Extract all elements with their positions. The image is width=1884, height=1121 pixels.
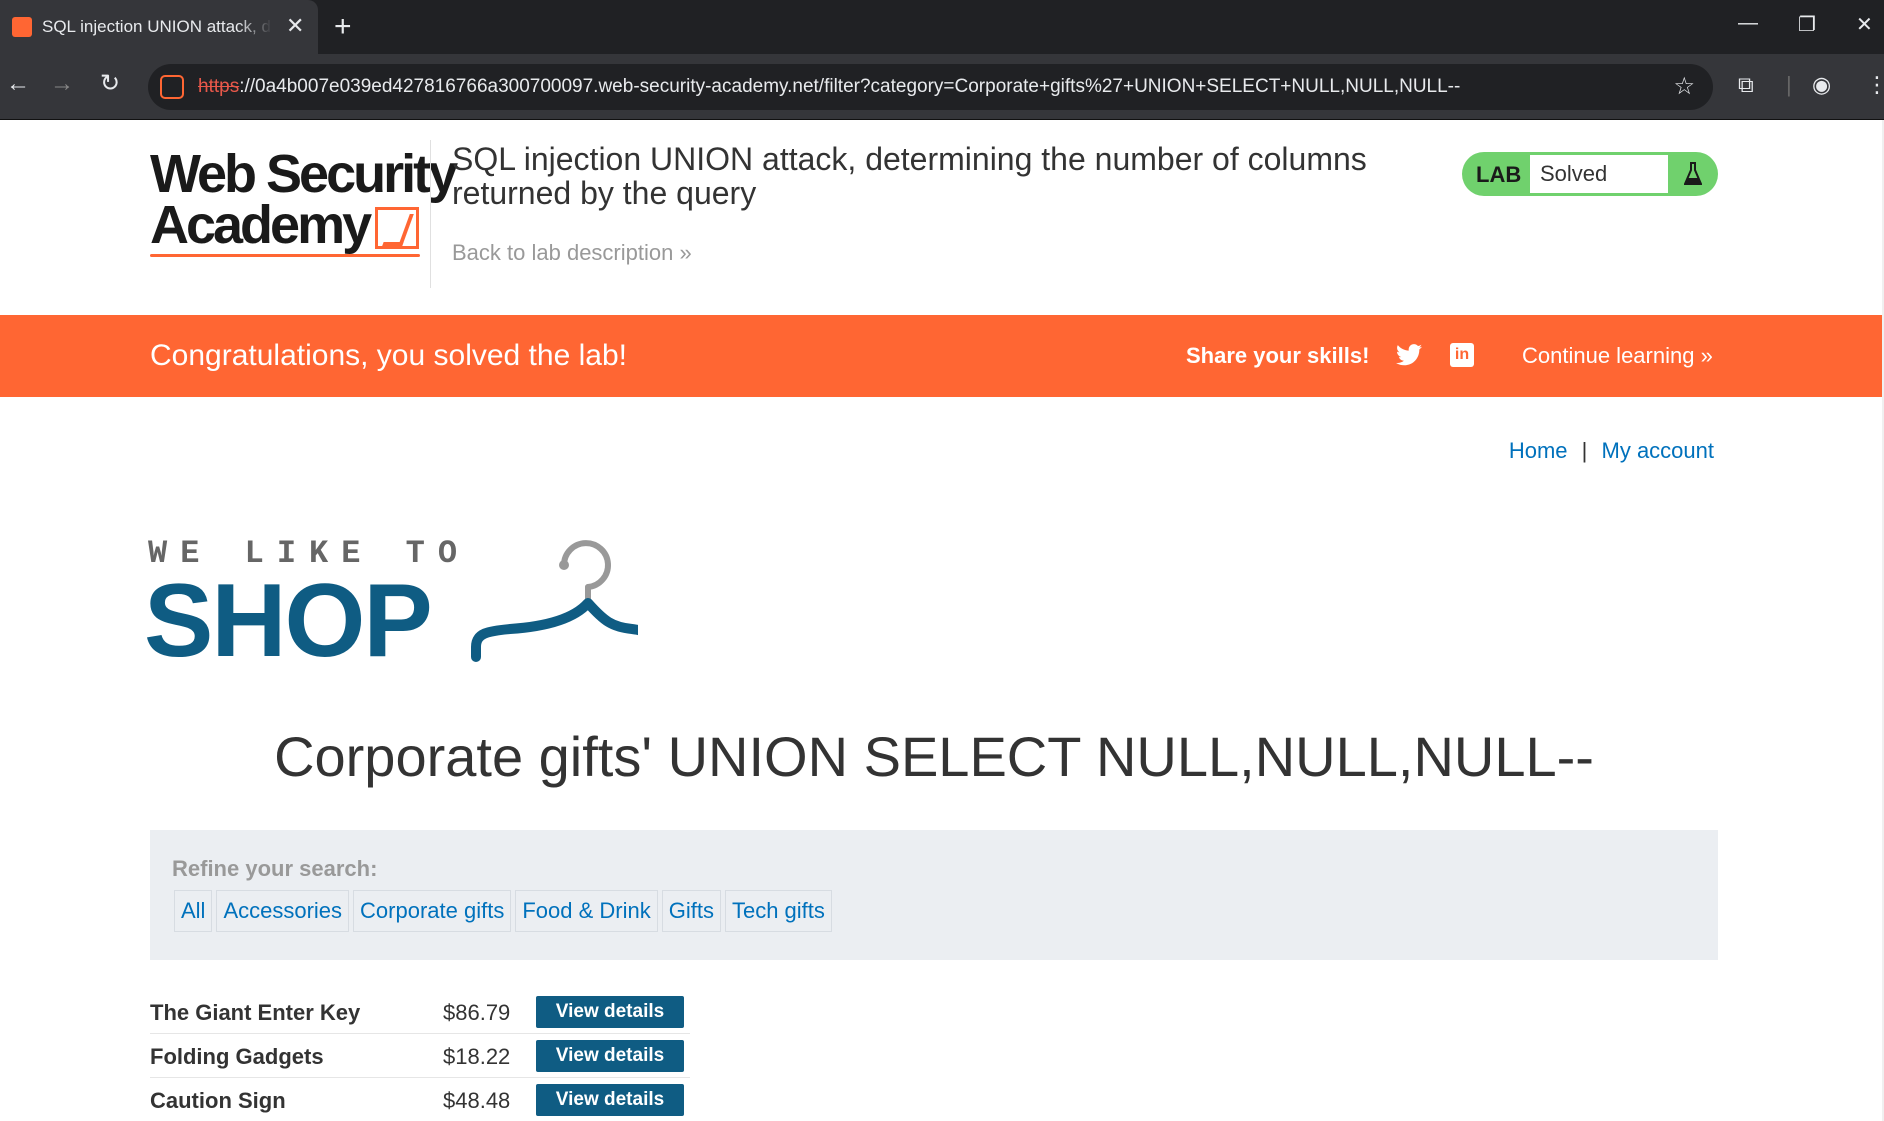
refine-search-label: Refine your search: [172,856,378,881]
close-window-button[interactable]: ✕ [1856,12,1873,37]
close-tab-icon[interactable]: ✕ [286,13,304,39]
new-tab-button[interactable]: + [334,10,352,44]
minimize-window-button[interactable]: — [1738,12,1758,35]
share-skills-label: Share your skills! [1186,343,1370,368]
profile-icon[interactable]: ◉ [1812,72,1831,98]
category-filter-list: All Accessories Corporate gifts Food & D… [174,890,832,932]
browser-tab[interactable]: SQL injection UNION attack, determining … [0,0,318,54]
tab-favicon-icon [12,17,32,37]
restore-window-button[interactable]: ❐ [1798,12,1816,37]
table-row: Folding Gadgets $18.22 View details [150,1034,690,1078]
linkedin-icon[interactable]: in [1450,343,1474,367]
view-details-button[interactable]: View details [536,1040,684,1072]
header-divider [430,140,431,288]
forward-arrow-icon[interactable]: → [50,70,74,98]
url-text[interactable]: https://0a4b007e039ed427816766a300700097… [198,76,1460,98]
category-title: Corporate gifts' UNION SELECT NULL,NULL,… [274,725,1594,788]
shop-logo: WE LIKE TO SHOP [144,535,648,673]
product-price: $48.48 [443,1088,511,1113]
tab-title: SQL injection UNION attack, determining … [42,17,272,36]
filter-corporate-gifts[interactable]: Corporate gifts [353,890,512,932]
back-arrow-icon[interactable]: ← [6,70,30,98]
product-name: The Giant Enter Key [150,1000,361,1025]
table-row: The Giant Enter Key $86.79 View details [150,990,690,1034]
filter-gifts[interactable]: Gifts [661,890,721,932]
view-details-button[interactable]: View details [536,996,684,1028]
flask-icon [1684,162,1702,185]
url-path: ://0a4b007e039ed427816766a300700097.web-… [239,76,1461,97]
browser-toolbar: ← → ↻ https://0a4b007e039ed427816766a300… [0,54,1884,120]
filter-panel: Refine your search: All Accessories Corp… [150,830,1718,960]
product-name: Folding Gadgets [150,1044,324,1069]
product-price: $18.22 [443,1044,511,1069]
web-security-academy-logo[interactable]: Web Security Academy [150,144,458,257]
filter-tech-gifts[interactable]: Tech gifts [724,890,832,932]
my-account-link[interactable]: My account [1602,438,1715,463]
site-info-icon[interactable] [160,75,184,99]
lab-title: SQL injection UNION attack, determining … [452,141,1367,211]
logo-line1: Web Security [150,144,458,204]
lab-status-text: Solved [1530,155,1668,193]
shop-logo-wordmark: SHOP [144,563,433,679]
bookmark-star-icon[interactable]: ☆ [1673,72,1695,101]
solved-banner: Congratulations, you solved the lab! Sha… [0,315,1884,397]
filter-food-drink[interactable]: Food & Drink [515,890,658,932]
lab-status-widget: LAB Solved [1462,152,1718,196]
reload-icon[interactable]: ↻ [100,70,120,98]
academy-header: Web Security Academy SQL injection UNION… [0,120,1884,315]
lab-badge: LAB [1476,162,1522,187]
table-row: Caution Sign $48.48 View details [150,1078,690,1121]
toolbar-divider: | [1786,72,1792,97]
logo-bolt-icon [375,207,420,249]
product-price: $86.79 [443,1000,511,1025]
continue-learning-link[interactable]: Continue learning » [1522,343,1713,369]
home-link[interactable]: Home [1509,438,1568,463]
address-bar[interactable]: https://0a4b007e039ed427816766a300700097… [148,64,1713,110]
filter-all[interactable]: All [174,890,213,932]
nav-separator: | [1581,438,1588,463]
view-details-button[interactable]: View details [536,1084,684,1116]
account-nav: Home | My account [1509,438,1714,464]
logo-line2: Academy [150,195,372,255]
menu-kebab-icon[interactable]: ⋮ [1866,72,1884,98]
media-search-icon[interactable]: ⧉ [1738,72,1754,98]
congratulations-message: Congratulations, you solved the lab! [150,339,627,372]
browser-tab-bar: SQL injection UNION attack, determining … [0,0,1884,54]
twitter-icon[interactable] [1396,343,1422,367]
hanger-icon [471,540,638,662]
product-name: Caution Sign [150,1088,286,1113]
product-table: The Giant Enter Key $86.79 View details … [150,990,690,1121]
filter-accessories[interactable]: Accessories [216,890,350,932]
back-to-lab-description-link[interactable]: Back to lab description » [452,240,692,266]
url-scheme: https [198,76,240,97]
